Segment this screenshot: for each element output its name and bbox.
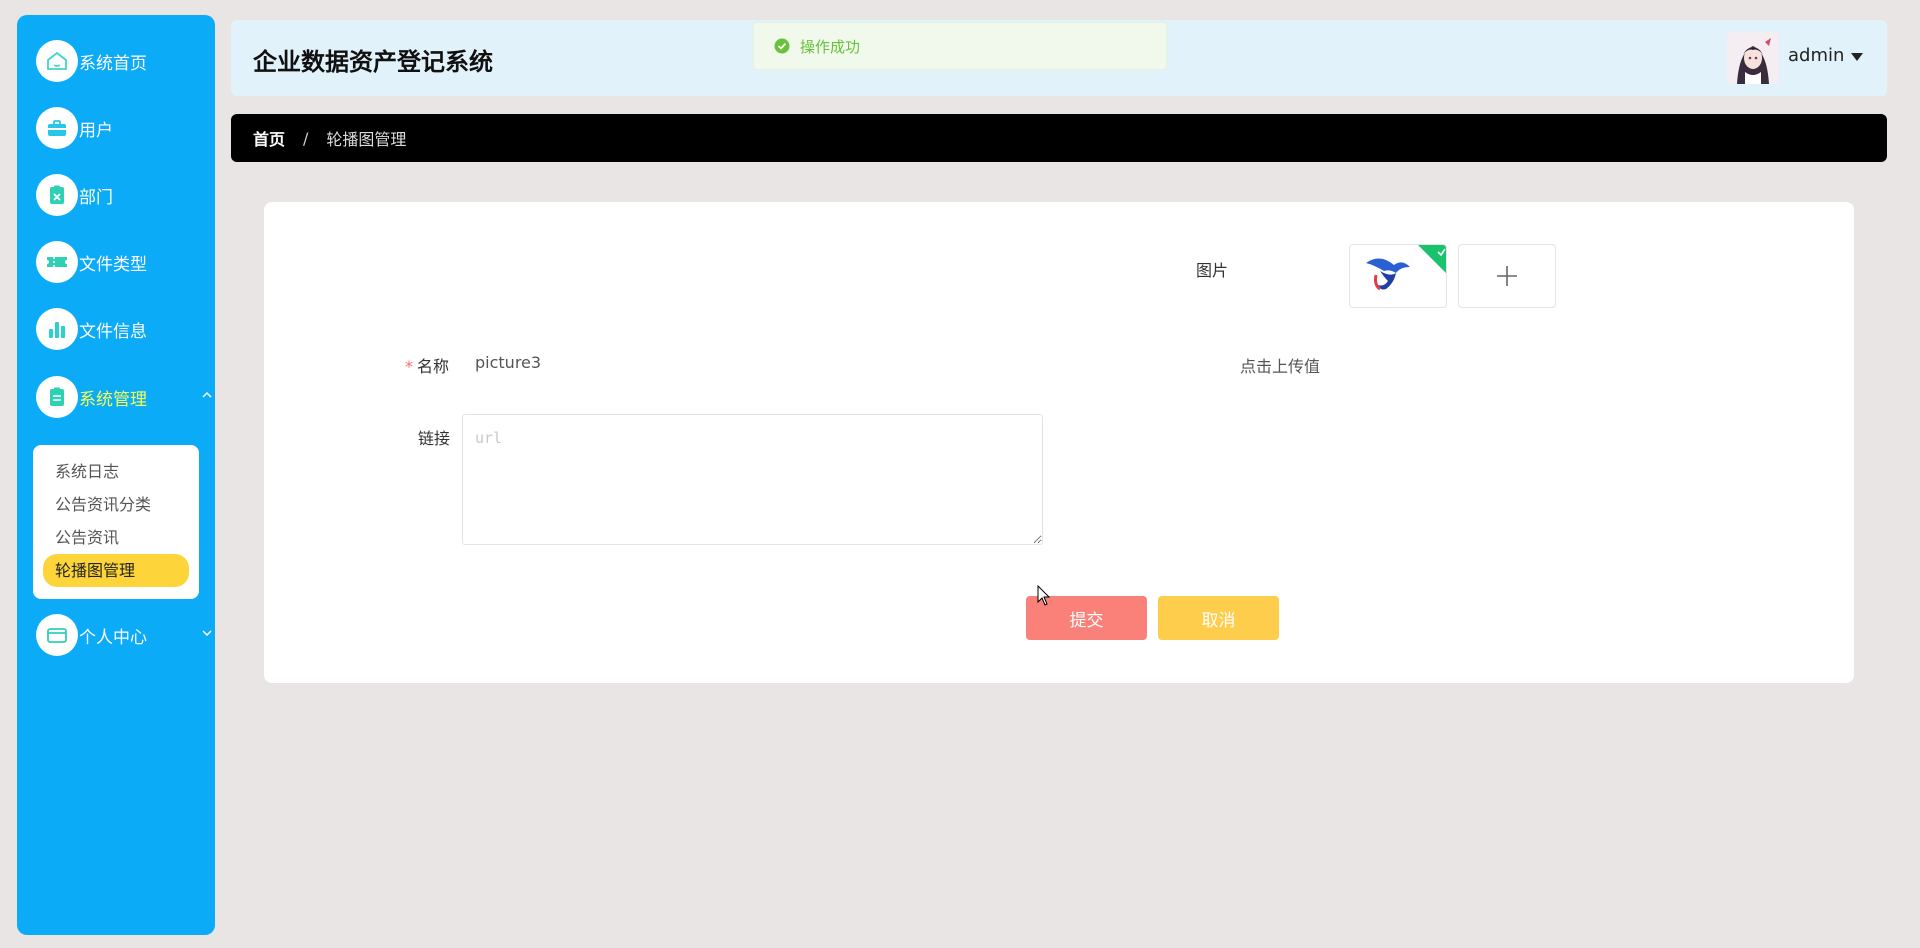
clipboard-x-icon [36,174,78,216]
required-asterisk: * [405,357,413,376]
avatar[interactable] [1727,32,1779,84]
bar-chart-icon [36,308,78,350]
uploaded-image-thumbnail[interactable] [1349,244,1447,308]
briefcase-icon [36,107,78,149]
name-label-text: 名称 [417,357,450,376]
image-label: 图片 [1196,261,1229,280]
sidebar: 系统首页 用户 部门 文件类型 文件信息 系统管理 系统日志 公告资讯分类 公告… [17,15,215,935]
app-title: 企业数据资产登记系统 [253,48,493,76]
submenu-item-notice[interactable]: 公告资讯 [33,521,199,554]
chevron-down-icon [202,630,212,637]
breadcrumb-home[interactable]: 首页 [253,126,285,150]
toast-message: 操作成功 [800,37,861,56]
user-name[interactable]: admin [1788,45,1844,66]
nav-item-users[interactable]: 用户 [36,106,206,150]
link-textarea[interactable] [462,414,1043,545]
nav-label: 系统管理 [79,389,147,410]
submenu-item-system-log[interactable]: 系统日志 [33,455,199,488]
plus-icon [1497,266,1517,286]
card-icon [36,614,78,656]
carousel-form-card: 图片 *名称 picture3 点击上传值 链接 提交 取消 [264,202,1854,683]
cancel-button[interactable]: 取消 [1158,596,1279,640]
success-toast: 操作成功 [753,22,1167,70]
nav-item-department[interactable]: 部门 [36,173,206,217]
name-field[interactable]: picture3 [475,353,541,372]
home-icon [36,40,78,82]
name-label: * 名称 [405,353,449,377]
nav-label: 文件类型 [79,254,147,275]
mouse-cursor-icon [1037,585,1051,606]
ticket-icon [36,241,78,283]
submenu-item-notice-category[interactable]: 公告资讯分类 [33,488,199,521]
nav-label: 个人中心 [79,627,147,648]
upload-add-button[interactable] [1458,244,1556,308]
nav-label: 部门 [79,187,113,208]
link-label: 链接 [418,429,451,448]
nav-label: 系统首页 [79,53,147,74]
breadcrumb-separator: / [303,128,309,148]
clipboard-icon [36,376,78,418]
caret-down-icon[interactable] [1850,52,1864,62]
nav-label: 用户 [79,120,113,141]
nav-label: 文件信息 [79,321,147,342]
submenu-system-management: 系统日志 公告资讯分类 公告资讯 轮播图管理 [33,445,199,599]
nav-item-file-info[interactable]: 文件信息 [36,307,206,351]
submenu-item-carousel-management[interactable]: 轮播图管理 [43,554,189,587]
nav-item-personal-center[interactable]: 个人中心 [36,613,212,657]
nav-item-file-types[interactable]: 文件类型 [36,240,206,284]
nav-item-system-management[interactable]: 系统管理 [36,375,212,419]
check-circle-icon [774,38,790,54]
nav-item-home[interactable]: 系统首页 [36,39,206,83]
upload-hint: 点击上传值 [1240,357,1321,376]
breadcrumb-current: 轮播图管理 [326,130,407,149]
chevron-up-icon [202,391,212,398]
breadcrumb: 首页 / 轮播图管理 [231,114,1887,162]
